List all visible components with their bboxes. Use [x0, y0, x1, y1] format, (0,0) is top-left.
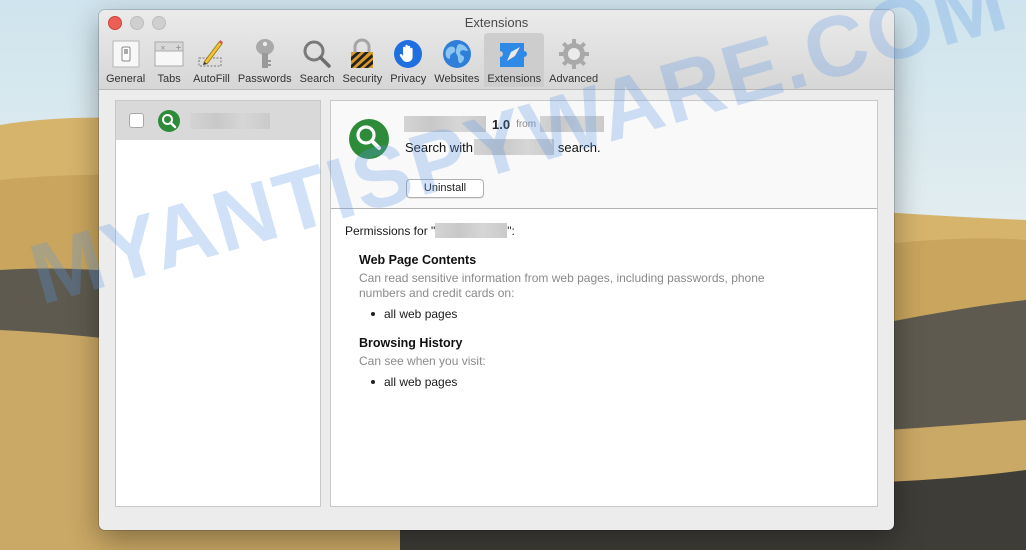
- tab-search[interactable]: Search: [297, 33, 338, 87]
- magnifier-icon: [301, 38, 333, 70]
- redacted-developer: [540, 116, 605, 132]
- svg-text:×: ×: [160, 44, 166, 52]
- redacted-extension-name: [435, 223, 508, 238]
- general-switch-icon: [110, 38, 142, 70]
- tabs-icon: × +: [153, 38, 185, 70]
- titlebar: Extensions General × + Tabs AutoFill Pas…: [99, 10, 894, 90]
- pencil-icon: [195, 38, 227, 70]
- extension-description: Search with search.: [405, 139, 601, 155]
- safari-preferences-window: Extensions General × + Tabs AutoFill Pas…: [99, 10, 894, 530]
- extension-list-item[interactable]: [116, 101, 320, 140]
- extension-list: [115, 100, 321, 507]
- hand-icon: [392, 38, 424, 70]
- tab-general[interactable]: General: [103, 33, 148, 87]
- bullet-icon: [371, 312, 375, 316]
- tab-websites[interactable]: Websites: [431, 33, 482, 87]
- green-search-icon: [349, 119, 389, 159]
- extension-detail: 1.0 from Search with search. Uninstall P…: [330, 100, 878, 507]
- from-label: from: [516, 118, 537, 130]
- tab-autofill[interactable]: AutoFill: [190, 33, 233, 87]
- globe-icon: [441, 38, 473, 70]
- extension-header: 1.0 from Search with search. Uninstall: [331, 101, 877, 209]
- permission-scope-item: all web pages: [371, 307, 877, 321]
- key-icon: [249, 38, 281, 70]
- tab-extensions[interactable]: Extensions: [484, 33, 545, 87]
- extension-enable-checkbox[interactable]: [129, 113, 144, 128]
- tab-privacy[interactable]: Privacy: [387, 33, 429, 87]
- permission-scope-item: all web pages: [371, 375, 877, 389]
- svg-text:+: +: [175, 43, 182, 52]
- lock-icon: [346, 38, 378, 70]
- green-search-icon: [158, 109, 180, 132]
- extensions-pane: 1.0 from Search with search. Uninstall P…: [115, 100, 878, 507]
- permissions-title: Permissions for " ":: [345, 223, 515, 238]
- extension-version: 1.0: [492, 116, 511, 132]
- tab-tabs[interactable]: × + Tabs: [150, 33, 188, 87]
- redacted-extension-name: [404, 116, 486, 132]
- gear-icon: [558, 38, 590, 70]
- redacted-extension-name: [190, 112, 270, 129]
- tab-security[interactable]: Security: [339, 33, 385, 87]
- puzzle-compass-icon: [498, 38, 530, 70]
- tab-advanced[interactable]: Advanced: [546, 33, 601, 87]
- window-title: Extensions: [464, 15, 529, 30]
- permission-web-page-contents: Web Page Contents Can read sensitive inf…: [359, 253, 877, 321]
- extension-name-line: 1.0 from: [404, 116, 605, 132]
- permissions-section: Permissions for " ": Web Page Contents C…: [331, 209, 877, 389]
- preferences-toolbar: General × + Tabs AutoFill Passwords Sear…: [103, 33, 603, 87]
- bullet-icon: [371, 380, 375, 384]
- uninstall-button[interactable]: Uninstall: [406, 179, 484, 198]
- redacted-search-name: [473, 139, 554, 155]
- tab-passwords[interactable]: Passwords: [235, 33, 295, 87]
- permission-browsing-history: Browsing History Can see when you visit:…: [359, 336, 877, 389]
